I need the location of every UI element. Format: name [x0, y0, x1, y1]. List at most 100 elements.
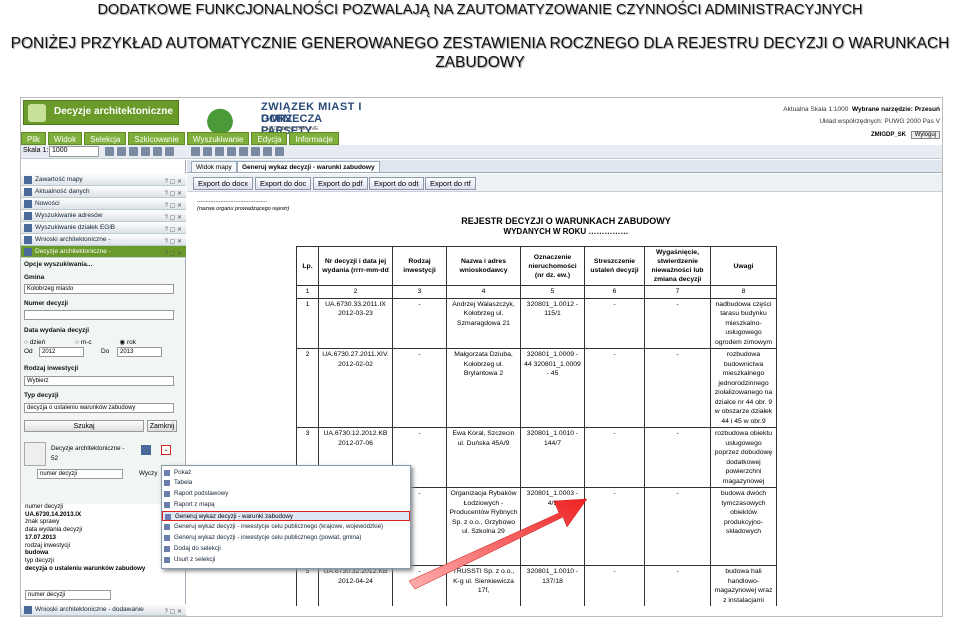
panel-wnioski-dodawanie[interactable]: Wnioski architektoniczne - dodawanie ? ▢ …	[21, 604, 186, 616]
logout-button[interactable]: Wyloguj	[910, 131, 940, 139]
export-odt-button[interactable]: Export do odt	[369, 177, 424, 190]
tool-icon[interactable]	[227, 147, 236, 156]
news-icon	[24, 200, 32, 208]
export-docx-button[interactable]: Export do docx	[193, 177, 254, 190]
col-number: 7	[644, 285, 711, 299]
menu-widok[interactable]: Widok	[47, 132, 83, 145]
scale-input[interactable]: 1000	[49, 146, 99, 157]
search-icon	[24, 212, 32, 220]
export-rtf-button[interactable]: Export do rtf	[425, 177, 476, 190]
organ-caption: (nazwa organu prowadzącego rejestr)	[197, 206, 290, 212]
menu-item-report[interactable]: Raport podstawowy	[162, 489, 410, 499]
do-input[interactable]: 2013	[117, 347, 162, 357]
tool-icon[interactable]	[165, 147, 174, 156]
tool-icon[interactable]	[117, 147, 126, 156]
cell-rodzaj: -	[392, 297, 447, 349]
slide-subtitle-line2: ZABUDOWY	[435, 54, 525, 71]
col-header: Oznaczenie nieruchomości (nr dz. ew.)	[520, 246, 585, 286]
rodzaj-select[interactable]: Wybierz	[24, 376, 174, 386]
search-icon[interactable]	[141, 445, 151, 455]
menu-bar: Plik Widok Selekcja Szkicowanie Wyszukiwanie…	[21, 129, 371, 145]
table-row: 1 UA.6730.33.2011.IX 2012-03-23 - Andrze…	[296, 297, 777, 349]
map-toolbar: Skala 1: 1000	[21, 145, 942, 159]
chevron-down-icon[interactable]: ⌄	[161, 445, 171, 455]
col-header: Nr decyzji i data jej wydania (rrrr-mm-d…	[318, 246, 393, 286]
panel-label: Decyzje architektoniczne -	[35, 248, 111, 255]
detail-value: UA.6730.14.2013.IX	[25, 510, 82, 518]
tool-icon[interactable]	[105, 147, 114, 156]
detail-label: typ decyzji	[25, 556, 54, 564]
info-icon	[24, 188, 32, 196]
cell-rodzaj: -	[392, 348, 447, 428]
pan-icon[interactable]	[215, 147, 224, 156]
radio-year[interactable]: ◉	[119, 339, 126, 346]
tab-map-view[interactable]: Widok mapy	[191, 161, 237, 173]
sort-select[interactable]: numer decyzji	[37, 469, 123, 479]
panel-zawartosc-mapy[interactable]: Zawartość mapy? ▢ ✕	[21, 174, 186, 186]
menu-plik[interactable]: Plik	[21, 132, 46, 145]
search-icon	[24, 224, 32, 232]
search-button[interactable]: Szukaj	[24, 420, 144, 432]
cell-wyg: -	[644, 565, 711, 606]
cell-wyg: -	[644, 348, 711, 428]
folder-icon	[24, 606, 32, 614]
panel-dzialki[interactable]: Wyszukiwanie działek EGiB? ▢ ✕	[21, 222, 186, 234]
bottom-sort-select[interactable]: numer decyzji	[25, 590, 111, 600]
panel-adresy[interactable]: Wyszukiwanie adresów? ▢ ✕	[21, 210, 186, 222]
close-button[interactable]: Zamknij	[147, 420, 177, 432]
tool-icon[interactable]	[153, 147, 162, 156]
menu-informacje[interactable]: Informacje	[289, 132, 339, 145]
panel-aktualnosc[interactable]: Aktualność danych? ▢ ✕	[21, 186, 186, 198]
tool-icon[interactable]	[263, 147, 272, 156]
cell-lp: 2	[296, 348, 319, 428]
menu-item-add-selection[interactable]: Dodaj do selekcji	[162, 544, 410, 554]
gmina-select[interactable]: Kołobrzeg miasto	[24, 284, 174, 294]
menu-item-show[interactable]: Pokaż	[162, 468, 410, 478]
menu-wyszukiwanie[interactable]: Wyszukiwanie	[186, 132, 250, 145]
menu-item-report-map[interactable]: Raport z mapą	[162, 500, 410, 510]
numer-input[interactable]	[24, 310, 174, 320]
typ-select[interactable]: decyzja o ustaleniu warunków zabudowy	[24, 403, 174, 413]
tool-icon[interactable]	[251, 147, 260, 156]
menu-item-table[interactable]: Tabela	[162, 478, 410, 488]
coord-text: Układ współrzędnych: PUWG 2000 Pas V	[819, 118, 940, 125]
export-toolbar: Export do docx Export do doc Export do p…	[187, 174, 942, 192]
export-doc-button[interactable]: Export do doc	[255, 177, 312, 190]
rodzaj-label: Rodzaj inwestycji	[24, 365, 79, 372]
menu-edycja[interactable]: Edycja	[251, 132, 288, 145]
panel-label: Wyszukiwanie adresów	[35, 212, 103, 219]
menu-item-generate-icp-kraj[interactable]: Generuj wykaz decyzji - inwestycje celu …	[162, 522, 410, 532]
tool-icon[interactable]	[239, 147, 248, 156]
export-pdf-button[interactable]: Export do pdf	[313, 177, 368, 190]
folder-icon	[24, 236, 32, 244]
zoom-in-icon[interactable]	[191, 147, 200, 156]
tab-generated-report[interactable]: Generuj wykaz decyzji - warunki zabudowy	[237, 161, 380, 173]
menu-item-generate-wz[interactable]: Generuj wykaz decyzji - warunki zabudowy	[162, 511, 410, 521]
detail-value: 17.07.2013	[25, 533, 56, 541]
cell-ozn: 320801_1.0012 - 115/1	[520, 297, 585, 349]
cell-nr: UA.6730.33.2011.IX 2012-03-23	[318, 297, 393, 349]
tool-icon[interactable]	[275, 147, 284, 156]
col-header: Nazwa i adres wnioskodawcy	[446, 246, 521, 286]
menu-item-remove-selection[interactable]: Usuń z selekcji	[162, 555, 410, 565]
panel-nowosci[interactable]: Nowości? ▢ ✕	[21, 198, 186, 210]
panel-decyzje[interactable]: Decyzje architektoniczne -? ▢ ✕	[21, 246, 186, 258]
col-header: Wygaśnięcie, stwierdzenie nieważności lu…	[644, 246, 711, 286]
data-label: Data wydania decyzji	[24, 327, 90, 334]
tool-icon[interactable]	[141, 147, 150, 156]
menu-item-generate-icp-gmina[interactable]: Generuj wykaz decyzji - inwestycje celu …	[162, 533, 410, 543]
report-year: WYDANYCH W ROKU ……………	[503, 227, 629, 236]
do-label: Do	[101, 348, 110, 355]
detail-label: rodzaj inwestycji	[25, 541, 71, 549]
layers-icon	[24, 176, 32, 184]
tool-icon[interactable]	[129, 147, 138, 156]
menu-selekcja[interactable]: Selekcja	[84, 132, 127, 145]
zoom-out-icon[interactable]	[203, 147, 212, 156]
od-input[interactable]: 2012	[39, 347, 84, 357]
slide-subtitle: PONIŻEJ PRZYKŁAD AUTOMATYCZNIE GENEROWAN…	[0, 34, 960, 72]
panel-wnioski[interactable]: Wnioski architektoniczne -? ▢ ✕	[21, 234, 186, 246]
clear-button[interactable]: Wyczy	[139, 470, 157, 477]
folder-icon	[24, 248, 32, 256]
panel-controls[interactable]: ? ▢ ✕	[165, 606, 182, 616]
menu-szkicowanie[interactable]: Szkicowanie	[128, 132, 185, 145]
